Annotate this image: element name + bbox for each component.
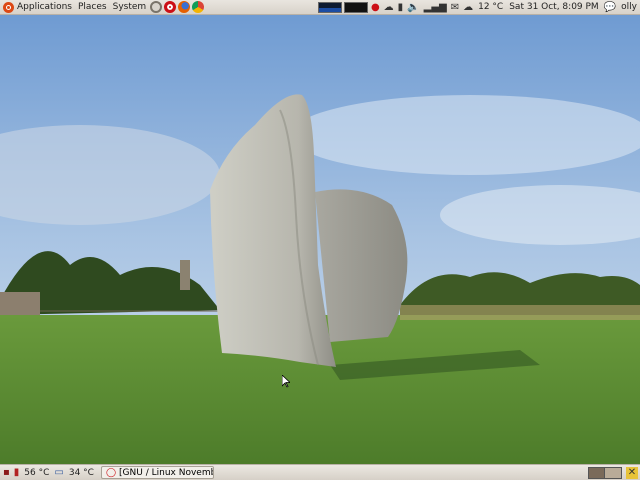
opera-window-icon: ◯ bbox=[105, 467, 117, 478]
network-signal-icon[interactable]: ▂▄▆ bbox=[424, 2, 447, 13]
taskbar-window-title: [GNU / Linux Novembe... bbox=[119, 467, 213, 478]
show-desktop-icon[interactable]: ▪ bbox=[3, 467, 10, 478]
mouse-cursor-icon bbox=[282, 375, 290, 388]
cpu-temperature[interactable]: 56 °C bbox=[21, 468, 52, 478]
workspace-2[interactable] bbox=[605, 466, 622, 479]
weather-temperature[interactable]: 12 °C bbox=[475, 2, 506, 12]
desktop-wallpaper bbox=[0, 15, 640, 464]
mail-icon[interactable]: ✉ bbox=[451, 2, 459, 13]
places-menu[interactable]: Places bbox=[75, 0, 110, 14]
cloud-icon[interactable]: ☁ bbox=[384, 2, 394, 13]
hdd-temperature-icon: ▭ bbox=[54, 467, 64, 478]
system-menu-label: System bbox=[112, 2, 147, 12]
network-monitor-graph[interactable] bbox=[343, 1, 368, 13]
opera-tray-icon[interactable]: ● bbox=[371, 2, 380, 13]
user-name[interactable]: olly bbox=[618, 2, 640, 12]
firefox-launcher-icon[interactable] bbox=[178, 1, 191, 13]
chrome-launcher-icon[interactable] bbox=[192, 1, 205, 13]
top-panel: Applications Places System ● ☁ ▮ 🔈 ▂▄▆ ✉… bbox=[0, 0, 640, 15]
cpu-temperature-icon: ▮ bbox=[13, 467, 20, 478]
battery-icon[interactable]: ▮ bbox=[398, 2, 404, 13]
clock[interactable]: Sat 31 Oct, 8:09 PM bbox=[506, 2, 601, 12]
applications-menu[interactable]: Applications bbox=[0, 0, 75, 14]
workspace-1[interactable] bbox=[588, 466, 605, 479]
ubuntu-logo-icon bbox=[3, 1, 14, 13]
cpu-monitor-graph[interactable] bbox=[317, 1, 342, 13]
chat-status-icon[interactable]: 💬 bbox=[604, 2, 616, 13]
applications-menu-label: Applications bbox=[17, 2, 72, 12]
volume-icon[interactable]: 🔈 bbox=[407, 2, 419, 13]
weather-icon[interactable]: ☁ bbox=[463, 2, 473, 13]
opera-launcher-icon[interactable] bbox=[164, 1, 177, 13]
places-menu-label: Places bbox=[77, 2, 107, 12]
bottom-panel: ▪ ▮ 56 °C ▭ 34 °C ◯ [GNU / Linux Novembe… bbox=[0, 464, 640, 480]
taskbar-window-button[interactable]: ◯ [GNU / Linux Novembe... bbox=[100, 466, 214, 479]
help-launcher-icon[interactable] bbox=[150, 1, 163, 13]
trash-icon[interactable]: ✕ bbox=[626, 466, 638, 479]
system-menu[interactable]: System bbox=[110, 0, 150, 14]
hdd-temperature[interactable]: 34 °C bbox=[66, 468, 97, 478]
